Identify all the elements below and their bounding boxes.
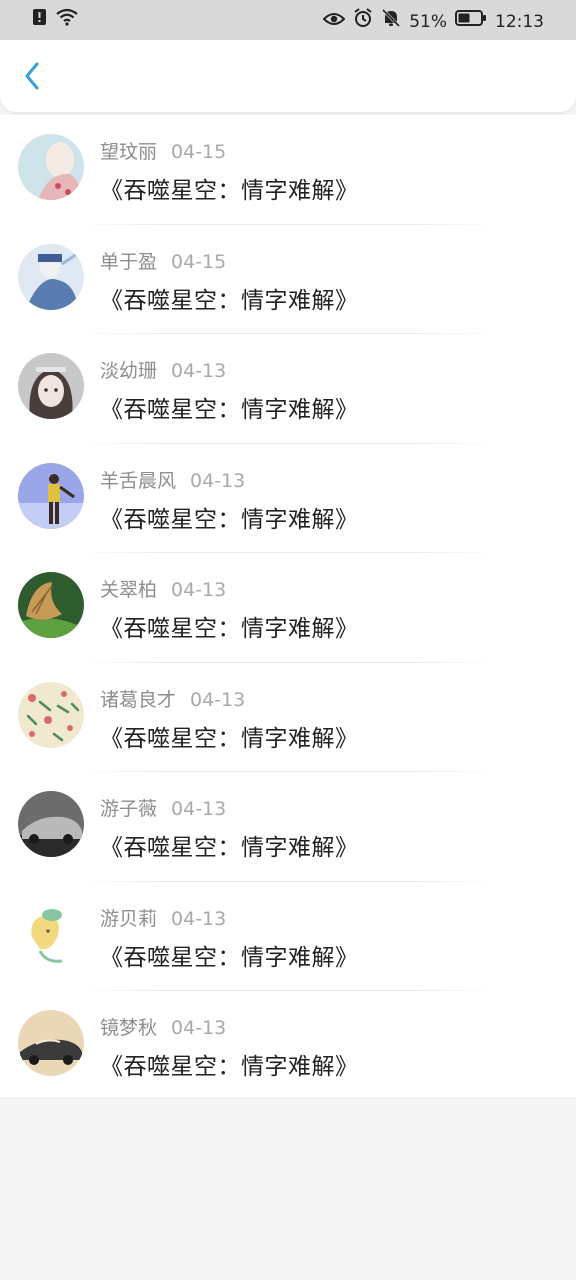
item-date: 04-13 xyxy=(171,798,227,820)
list-item[interactable]: 镜梦秋 04-13 《吞噬星空：情字难解》 xyxy=(0,991,576,1101)
book-title[interactable]: 《吞噬星空：情字难解》 xyxy=(100,500,359,534)
book-title[interactable]: 《吞噬星空：情字难解》 xyxy=(100,281,359,315)
list-item[interactable]: 游子薇 04-13 《吞噬星空：情字难解》 xyxy=(0,772,576,882)
avatar[interactable] xyxy=(18,791,84,857)
battery-icon xyxy=(455,9,487,34)
status-bar: 51% 12:13 xyxy=(0,0,576,40)
item-meta: 羊舌晨风 04-13 xyxy=(100,466,245,493)
user-name: 淡幼珊 xyxy=(100,360,158,382)
eye-icon xyxy=(322,10,346,34)
item-meta: 游子薇 04-13 xyxy=(100,794,226,821)
avatar[interactable] xyxy=(18,681,84,748)
back-button[interactable] xyxy=(14,58,50,94)
item-meta: 关翠柏 04-13 xyxy=(100,575,226,602)
item-date: 04-15 xyxy=(171,250,227,273)
avatar[interactable] xyxy=(18,462,84,529)
avatar[interactable] xyxy=(18,900,84,967)
user-name: 单于盈 xyxy=(100,250,158,273)
list-item[interactable]: 游贝莉 04-13 《吞噬星空：情字难解》 xyxy=(0,882,576,991)
mute-icon xyxy=(381,8,401,35)
list-item[interactable]: 望玟丽 04-15 《吞噬星空：情字难解》 xyxy=(0,115,576,225)
list-item[interactable]: 羊舌晨风 04-13 《吞噬星空：情字难解》 xyxy=(0,444,576,553)
item-date: 04-13 xyxy=(190,469,246,492)
item-meta: 望玟丽 04-15 xyxy=(100,137,226,164)
wifi-icon xyxy=(56,8,78,30)
user-name: 游贝莉 xyxy=(100,907,158,930)
status-left xyxy=(32,8,78,30)
user-name: 游子薇 xyxy=(100,798,158,820)
item-meta: 游贝莉 04-13 xyxy=(100,904,226,931)
avatar[interactable] xyxy=(18,243,84,310)
book-title[interactable]: 《吞噬星空：情字难解》 xyxy=(100,828,359,862)
list-item[interactable]: 单于盈 04-15 《吞噬星空：情字难解》 xyxy=(0,225,576,334)
alert-icon xyxy=(32,8,48,30)
user-name: 关翠柏 xyxy=(100,579,158,601)
item-meta: 诸葛良才 04-13 xyxy=(100,685,245,712)
clock: 12:13 xyxy=(495,11,544,32)
avatar[interactable] xyxy=(18,572,84,638)
user-name: 羊舌晨风 xyxy=(100,469,177,492)
user-name: 望玟丽 xyxy=(100,141,158,163)
user-name: 诸葛良才 xyxy=(100,688,177,711)
item-meta: 淡幼珊 04-13 xyxy=(100,356,226,383)
status-right: 51% 12:13 xyxy=(322,8,544,35)
item-meta: 单于盈 04-15 xyxy=(100,247,226,274)
item-date: 04-13 xyxy=(190,688,246,711)
item-date: 04-15 xyxy=(171,141,227,163)
alarm-icon xyxy=(353,8,373,35)
avatar[interactable] xyxy=(18,134,84,200)
book-title[interactable]: 《吞噬星空：情字难解》 xyxy=(100,1047,359,1081)
user-name: 镜梦秋 xyxy=(100,1017,158,1039)
list-item[interactable]: 关翠柏 04-13 《吞噬星空：情字难解》 xyxy=(0,553,576,663)
avatar[interactable] xyxy=(18,1010,84,1076)
item-date: 04-13 xyxy=(171,360,227,382)
item-date: 04-13 xyxy=(171,907,227,930)
header-bar xyxy=(0,40,576,112)
book-title[interactable]: 《吞噬星空：情字难解》 xyxy=(100,938,359,972)
list-item[interactable]: 淡幼珊 04-13 《吞噬星空：情字难解》 xyxy=(0,334,576,444)
chevron-left-icon xyxy=(25,62,39,90)
list-item[interactable]: 诸葛良才 04-13 《吞噬星空：情字难解》 xyxy=(0,663,576,772)
message-list: 望玟丽 04-15 《吞噬星空：情字难解》 单于盈 04-15 《吞噬星空：情字难解… xyxy=(0,115,576,1097)
book-title[interactable]: 《吞噬星空：情字难解》 xyxy=(100,390,359,424)
item-meta: 镜梦秋 04-13 xyxy=(100,1013,226,1040)
item-date: 04-13 xyxy=(171,579,227,601)
avatar[interactable] xyxy=(18,353,84,419)
battery-percent: 51% xyxy=(409,11,447,32)
item-date: 04-13 xyxy=(171,1017,227,1039)
book-title[interactable]: 《吞噬星空：情字难解》 xyxy=(100,719,359,753)
book-title[interactable]: 《吞噬星空：情字难解》 xyxy=(100,609,359,643)
book-title[interactable]: 《吞噬星空：情字难解》 xyxy=(100,171,359,205)
